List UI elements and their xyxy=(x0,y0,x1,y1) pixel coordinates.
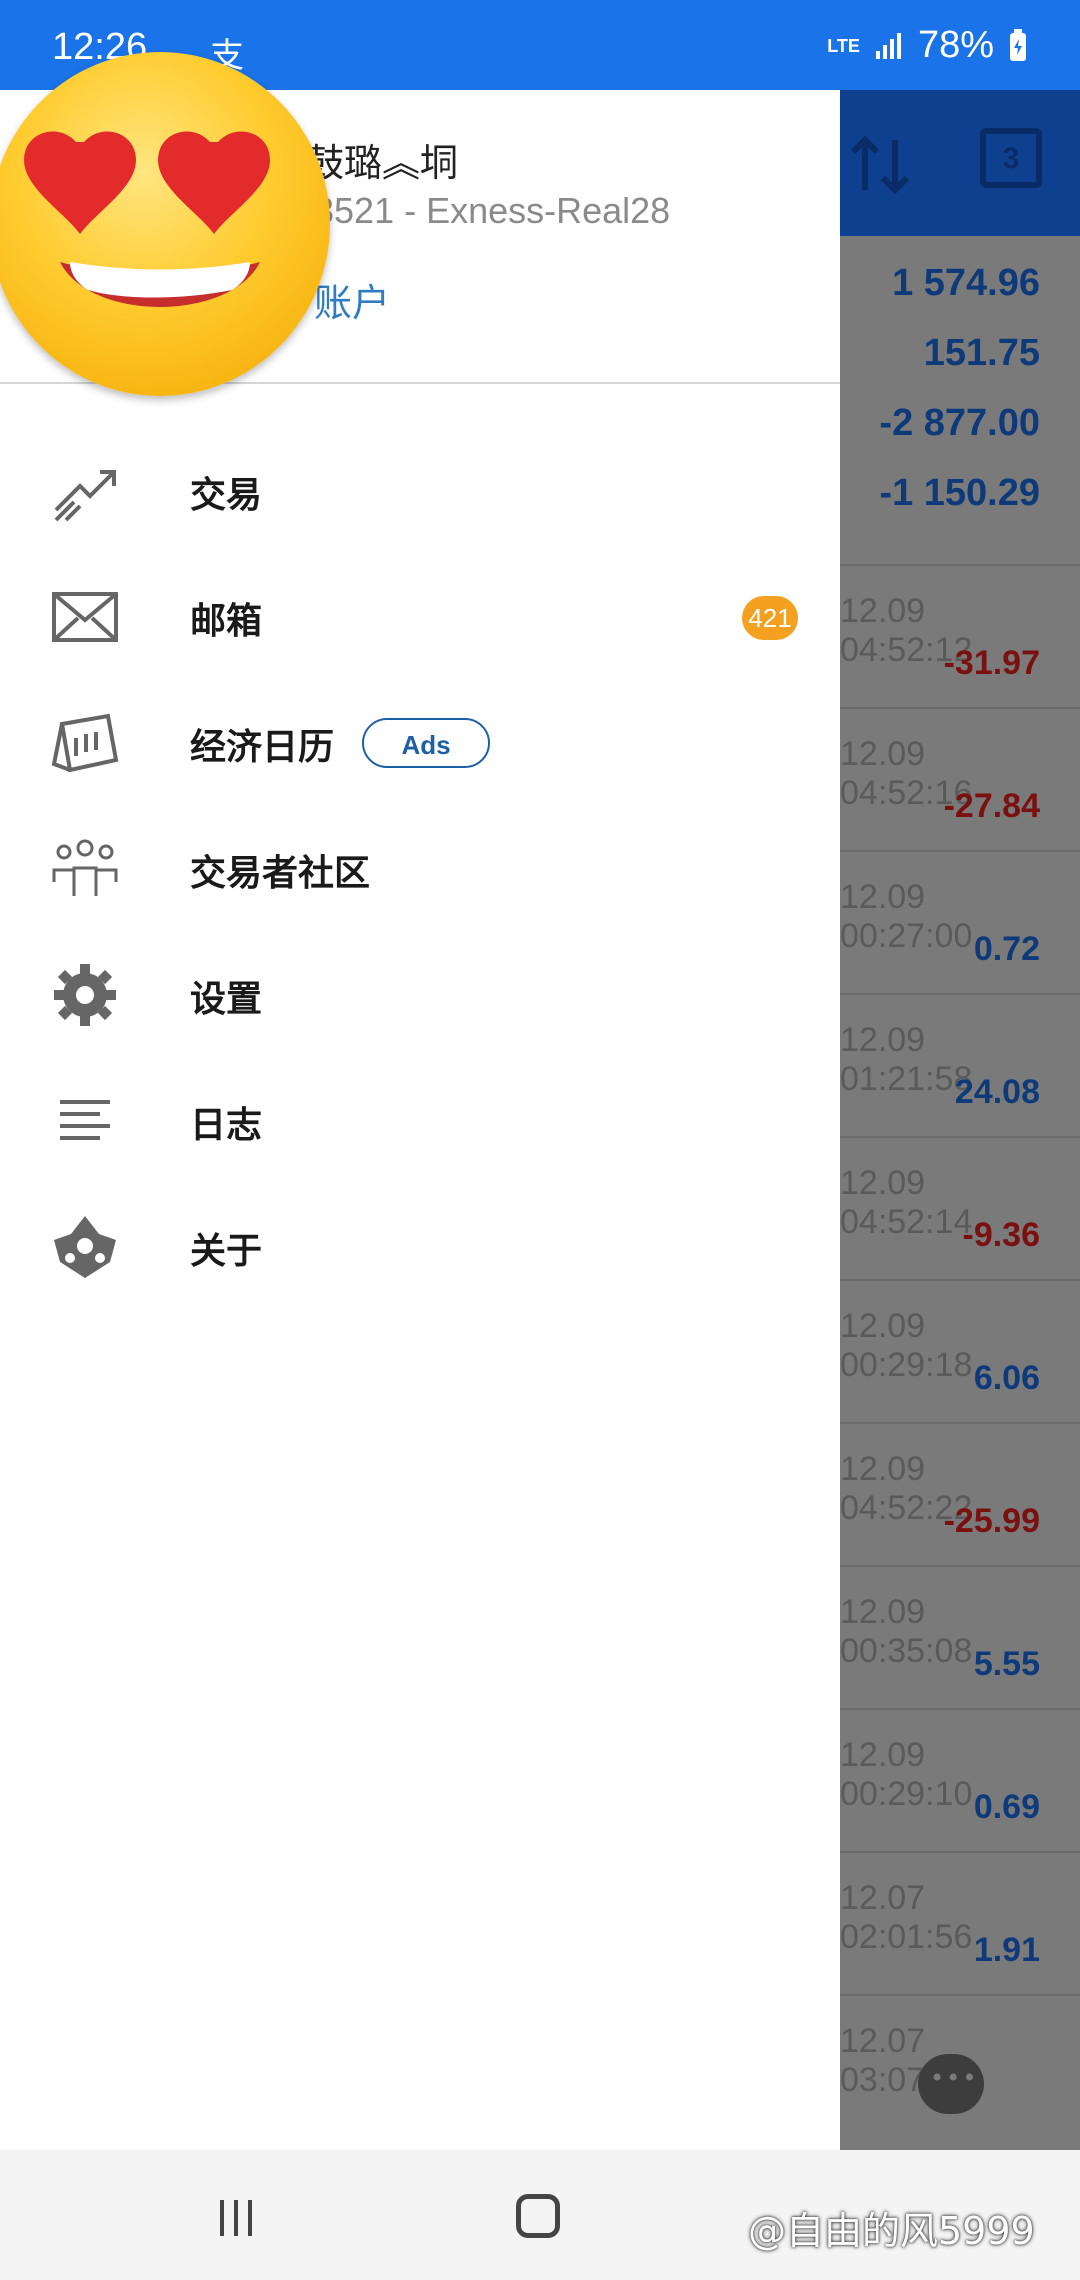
menu-item-about[interactable]: 关于 xyxy=(0,1186,840,1312)
menu-item-label: 设置 xyxy=(190,979,263,1020)
drawer-menu: 交易 邮箱 421 经济日历 Ads 交易者社区 设置 日志 关于 xyxy=(0,430,840,1312)
watermark: @自由的风5999 xyxy=(748,2209,1035,2253)
trade-value: -27.84 xyxy=(943,787,1040,825)
menu-item-label: 日志 xyxy=(190,1105,263,1146)
trade-row[interactable]: 12.09 00:29:10 0.69 xyxy=(840,1708,1080,1851)
trade-row[interactable]: 12.07 02:01:56 1.91 xyxy=(840,1851,1080,1994)
unread-badge: 421 xyxy=(742,596,798,640)
home-button[interactable] xyxy=(516,2194,560,2238)
trade-value: 5.55 xyxy=(973,1645,1040,1683)
trade-row[interactable]: 12.09 01:21:58 24.08 xyxy=(840,993,1080,1136)
menu-item-label: 交易者社区 xyxy=(190,853,371,894)
calendar-icon xyxy=(51,713,119,773)
trade-value: 24.08 xyxy=(954,1073,1040,1111)
account-summary: 1 574.96 151.75 -2 877.00 -1 150.29 xyxy=(840,262,1040,542)
trade-chart-icon xyxy=(54,470,116,522)
trade-row[interactable]: 12.09 00:29:18 6.06 xyxy=(840,1279,1080,1422)
trade-value: 6.06 xyxy=(973,1359,1040,1397)
summary-credit: 151.75 xyxy=(923,332,1040,374)
system-nav-bar: @自由的风5999 xyxy=(0,2150,1080,2280)
community-icon xyxy=(52,839,118,896)
menu-item-trade[interactable]: 交易 xyxy=(0,430,840,556)
trade-value: 0.72 xyxy=(973,930,1040,968)
about-logo-icon xyxy=(54,1216,116,1278)
summary-balance: 1 574.96 xyxy=(892,262,1040,304)
menu-item-trader-community[interactable]: 交易者社区 xyxy=(0,808,840,934)
menu-item-label: 交易 xyxy=(190,475,263,516)
sort-icon[interactable] xyxy=(845,130,915,215)
trade-row[interactable]: 12.09 00:35:08 5.55 xyxy=(840,1565,1080,1708)
trade-row[interactable]: 12.09 04:52:12 -31.97 xyxy=(840,564,1080,707)
heart-eyes-emoji-icon xyxy=(0,52,330,396)
menu-item-label: 关于 xyxy=(190,1231,263,1272)
battery-icon xyxy=(1010,28,1026,61)
recent-apps-icon[interactable] xyxy=(216,2198,256,2238)
trade-value: -31.97 xyxy=(943,644,1040,682)
journal-icon xyxy=(60,1100,110,1140)
ads-tag: Ads xyxy=(362,718,490,768)
account-number: 3521 - Exness-Real28 xyxy=(314,190,671,231)
chat-icon[interactable] xyxy=(918,2054,984,2114)
trade-row[interactable]: 12.09 04:52:14 -9.36 xyxy=(840,1136,1080,1279)
menu-item-settings[interactable]: 设置 xyxy=(0,934,840,1060)
mail-icon xyxy=(52,592,118,642)
trade-value: 1.91 xyxy=(973,1931,1040,1969)
trade-value: 0.69 xyxy=(973,1788,1040,1826)
navigation-drawer: 鼓璐︽垌 3521 - Exness-Real28 账户 交易 邮箱 421 经… xyxy=(0,90,840,2150)
trade-row[interactable]: 12.09 00:27:00 0.72 xyxy=(840,850,1080,993)
trade-value: -9.36 xyxy=(962,1216,1041,1254)
gear-icon xyxy=(54,964,116,1026)
menu-item-economic-calendar[interactable]: 经济日历 Ads xyxy=(0,682,840,808)
calendar-day: 3 xyxy=(1002,142,1020,175)
summary-equity: -2 877.00 xyxy=(879,402,1040,444)
network-type: LTE xyxy=(827,35,860,56)
menu-item-mailbox[interactable]: 邮箱 421 xyxy=(0,556,840,682)
trade-list: 12.09 04:52:12 -31.97 12.09 04:52:16 -27.8… xyxy=(840,564,1080,2137)
trade-row[interactable]: 12.09 04:52:16 -27.84 xyxy=(840,707,1080,850)
status-icons: LTE 78% xyxy=(827,24,1028,67)
summary-profit: -1 150.29 xyxy=(879,472,1040,514)
menu-item-label: 邮箱 xyxy=(190,601,263,642)
menu-item-label: 经济日历 xyxy=(190,727,335,768)
signal-icon xyxy=(875,32,901,59)
trade-row[interactable]: 12.09 04:52:22 -25.99 xyxy=(840,1422,1080,1565)
battery-percent: 78% xyxy=(917,24,994,66)
trade-value: -25.99 xyxy=(943,1502,1040,1540)
menu-item-journal[interactable]: 日志 xyxy=(0,1060,840,1186)
calendar-icon[interactable]: 3 xyxy=(980,128,1042,188)
